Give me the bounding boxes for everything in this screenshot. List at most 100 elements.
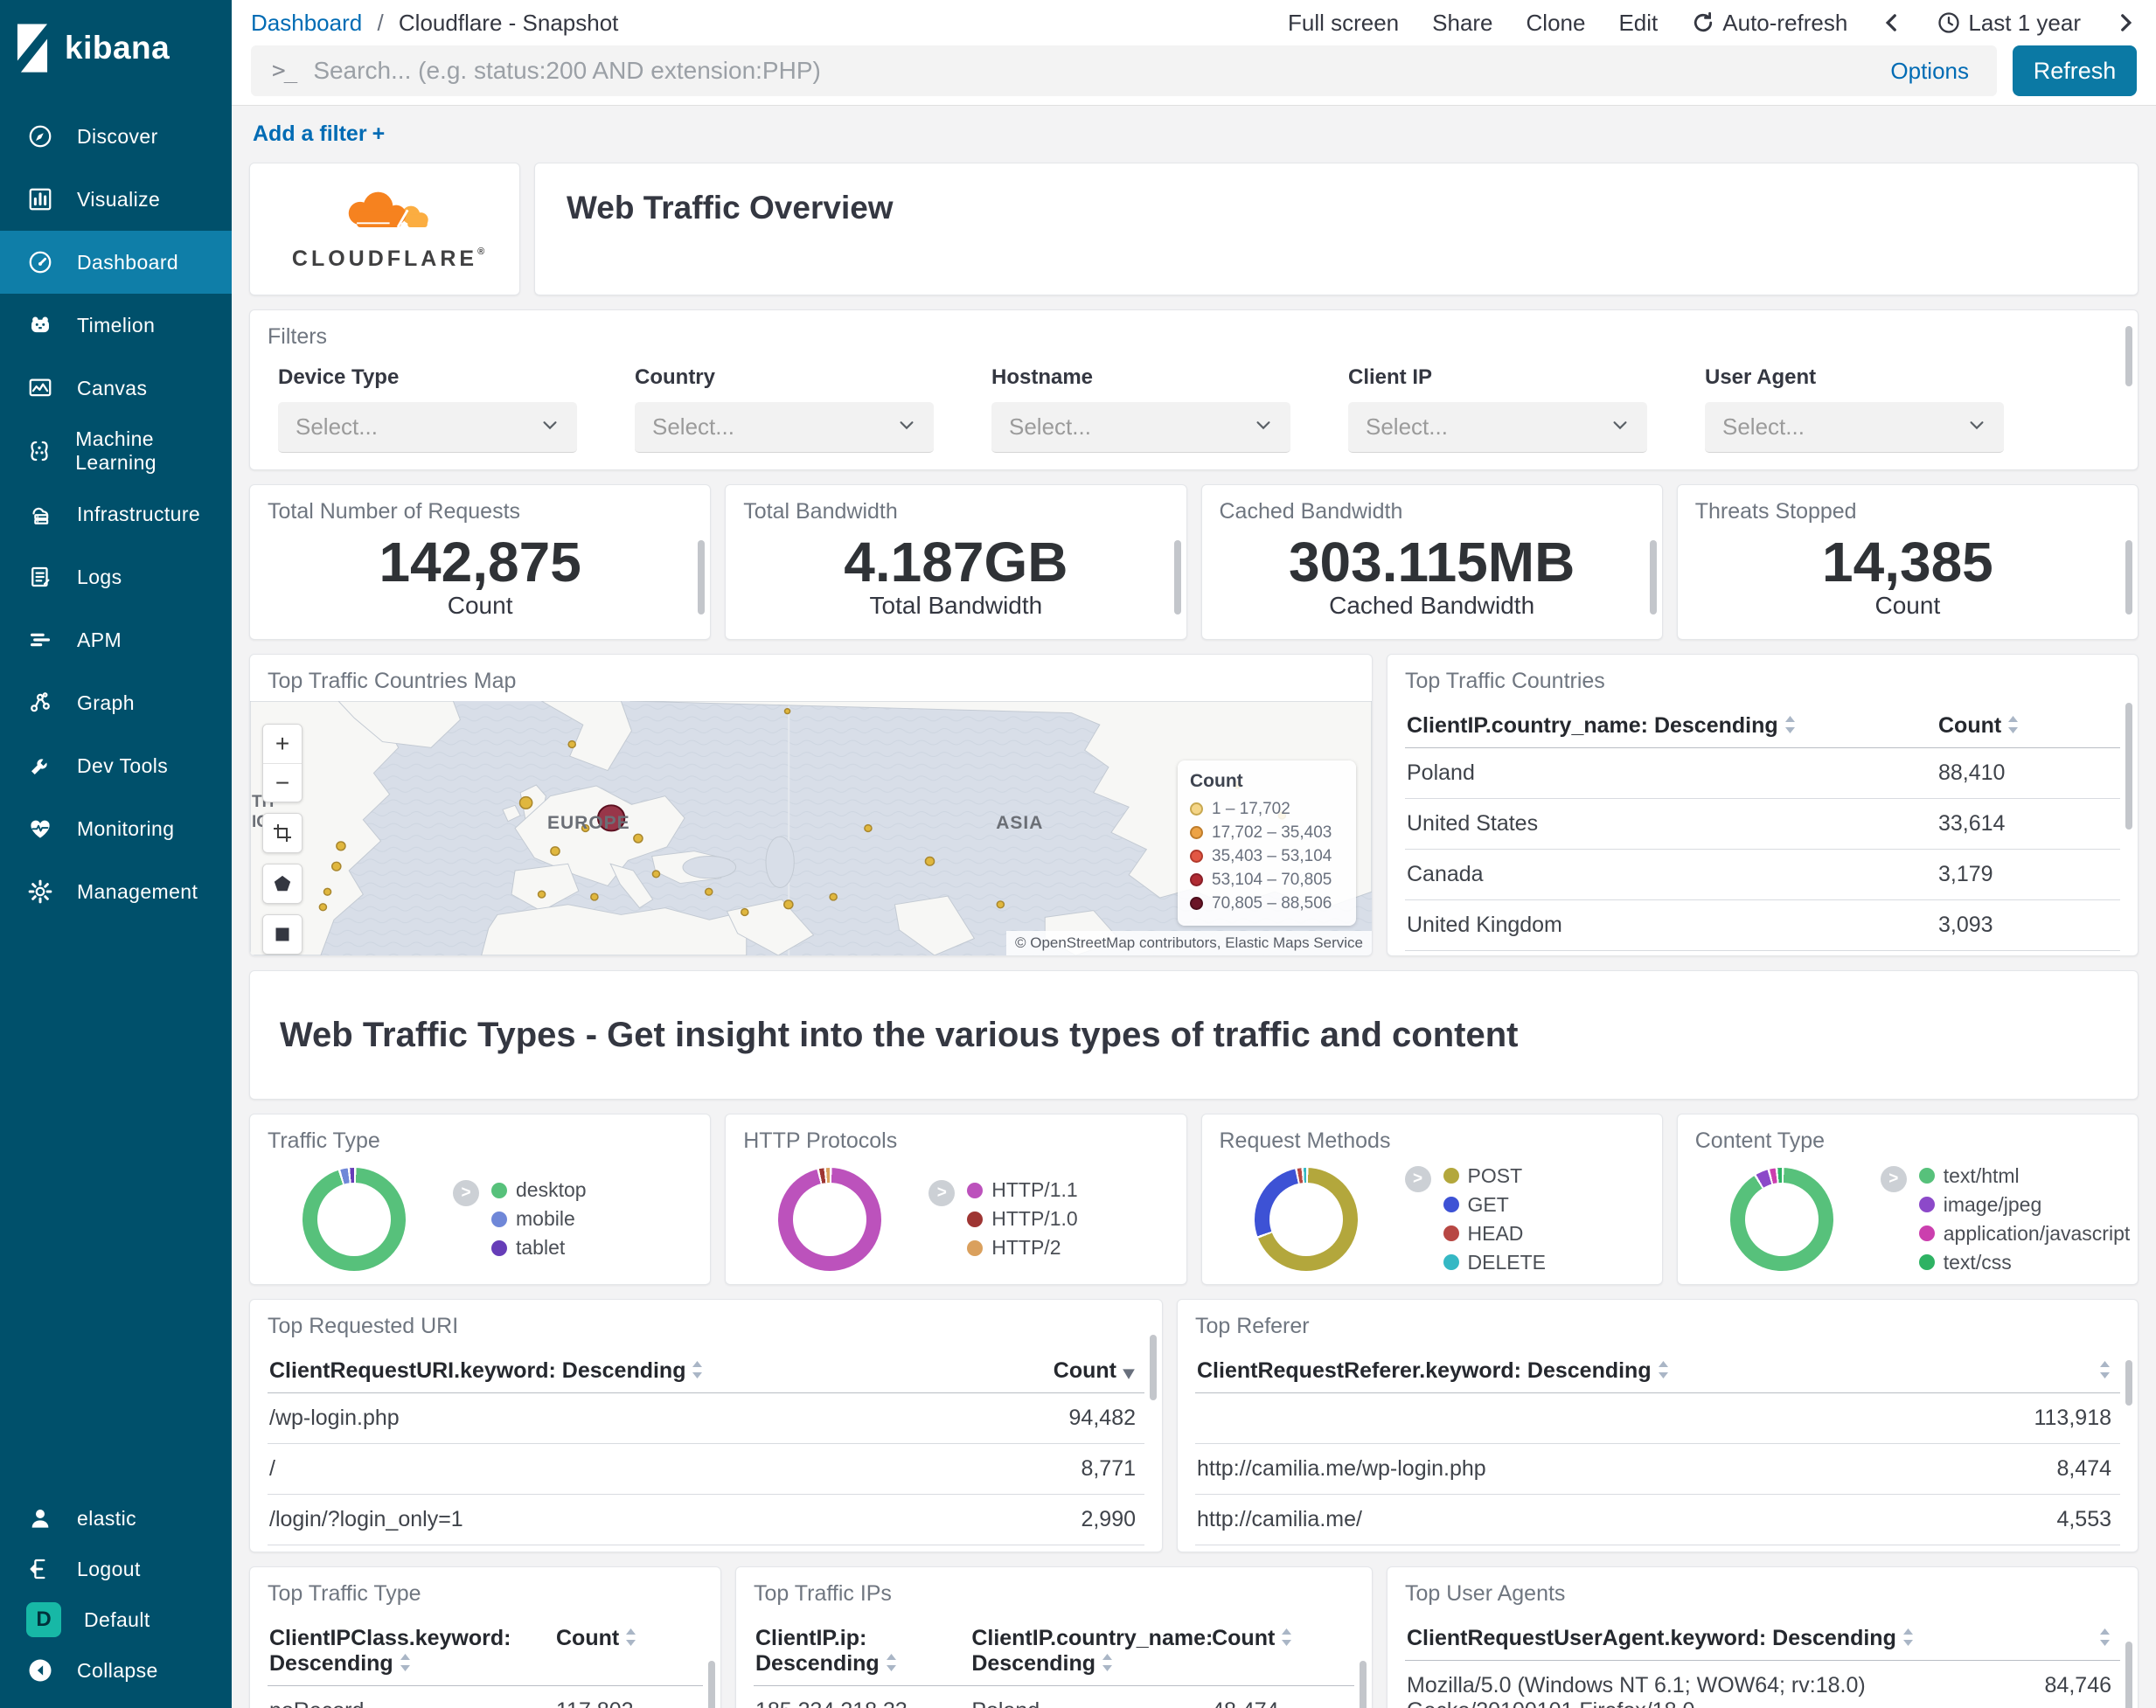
sidebar-footer-collapse[interactable]: Collapse bbox=[0, 1645, 232, 1696]
table-cell[interactable]: 2,341 bbox=[1937, 1545, 2120, 1552]
options-link[interactable]: Options bbox=[1890, 58, 1976, 85]
table-cell[interactable]: 117,802 bbox=[554, 1686, 703, 1708]
map-data-dot[interactable] bbox=[741, 907, 749, 917]
legend-item[interactable]: text/css bbox=[1918, 1251, 2131, 1274]
table-cell[interactable]: Canada bbox=[1405, 850, 1937, 899]
map-data-dot[interactable] bbox=[537, 890, 546, 899]
table-cell[interactable] bbox=[1195, 1393, 1937, 1443]
donut-chart[interactable] bbox=[778, 1167, 882, 1271]
table-cell[interactable]: http://camilia.me/wp-login.php bbox=[1195, 1444, 1937, 1494]
table-cell[interactable]: /login/?login_only=1 bbox=[268, 1495, 978, 1545]
auto-refresh-menu-item[interactable]: Auto-refresh bbox=[1691, 10, 1847, 37]
column-header[interactable]: ClientIP.country_name: Descending bbox=[970, 1614, 1213, 1685]
full-screen-menu-item[interactable]: Full screen bbox=[1288, 10, 1399, 37]
legend-toggle-icon[interactable]: > bbox=[928, 1180, 956, 1206]
table-cell[interactable]: 3,179 bbox=[1937, 850, 2120, 899]
column-header[interactable]: Count bbox=[1210, 1614, 1354, 1685]
filter-select[interactable]: Select... bbox=[1348, 402, 1647, 453]
map-data-dot[interactable] bbox=[318, 903, 328, 912]
sidebar-item-timelion[interactable]: Timelion bbox=[0, 294, 232, 357]
legend-item[interactable]: application/javascript bbox=[1918, 1222, 2130, 1246]
scrollbar-thumb[interactable] bbox=[2125, 326, 2132, 387]
scrollbar-thumb[interactable] bbox=[708, 1661, 715, 1708]
clone-menu-item[interactable]: Clone bbox=[1527, 10, 1586, 37]
map-data-dot[interactable] bbox=[651, 870, 661, 878]
table-cell[interactable]: 84,746 bbox=[1972, 1661, 2120, 1708]
table-cell[interactable]: 2,990 bbox=[978, 1495, 1144, 1545]
map-data-dot[interactable] bbox=[783, 899, 794, 910]
legend-item[interactable]: HTTP/2 bbox=[967, 1236, 1077, 1260]
column-header[interactable] bbox=[1972, 1614, 2120, 1660]
zoom-in-button[interactable]: + bbox=[263, 725, 302, 763]
legend-item[interactable]: HEAD bbox=[1443, 1222, 1546, 1246]
add-filter-link[interactable]: Add a filter + bbox=[253, 122, 385, 146]
legend-toggle-icon[interactable]: > bbox=[1880, 1165, 1907, 1192]
table-cell[interactable]: http://camilia.me/ bbox=[1195, 1495, 1937, 1545]
scrollbar-thumb[interactable] bbox=[1649, 540, 1657, 614]
table-cell[interactable]: 88,410 bbox=[1937, 748, 2120, 798]
sidebar-item-dev-tools[interactable]: Dev Tools bbox=[0, 734, 232, 797]
table-cell[interactable]: /xmlrpc.php bbox=[268, 1545, 978, 1552]
column-header[interactable]: ClientRequestUserAgent.keyword: Descendi… bbox=[1405, 1614, 1972, 1660]
table-cell[interactable]: 8,771 bbox=[978, 1444, 1144, 1494]
map-data-dot[interactable] bbox=[864, 823, 873, 833]
column-header[interactable]: Count bbox=[978, 1346, 1144, 1392]
sidebar-item-monitoring[interactable]: Monitoring bbox=[0, 797, 232, 860]
table-cell[interactable]: Mozilla/5.0 (Windows NT 6.1; WOW64; rv:1… bbox=[1405, 1661, 1972, 1708]
column-header[interactable] bbox=[1937, 1346, 2120, 1392]
table-cell[interactable]: Poland bbox=[1405, 748, 1937, 798]
table-cell[interactable]: 48,474 bbox=[1210, 1686, 1354, 1708]
table-cell[interactable]: /wp-login.php bbox=[268, 1393, 978, 1443]
map-data-dot[interactable] bbox=[567, 739, 577, 749]
table-cell[interactable]: China bbox=[1405, 951, 1937, 955]
sidebar-footer-default[interactable]: D Default bbox=[0, 1594, 232, 1645]
sidebar-item-discover[interactable]: Discover bbox=[0, 105, 232, 168]
map-data-dot[interactable] bbox=[924, 856, 935, 866]
table-cell[interactable]: 33,614 bbox=[1937, 799, 2120, 849]
sidebar-item-logs[interactable]: Logs bbox=[0, 545, 232, 608]
time-range-picker[interactable]: Last 1 year bbox=[1937, 10, 2081, 37]
map-data-dot[interactable] bbox=[590, 892, 599, 901]
column-header[interactable]: Count bbox=[554, 1614, 703, 1685]
scrollbar-thumb[interactable] bbox=[698, 540, 706, 614]
sidebar-item-machine-learning[interactable]: Machine Learning bbox=[0, 420, 232, 483]
refresh-button[interactable]: Refresh bbox=[2013, 45, 2137, 96]
table-cell[interactable]: United States bbox=[1405, 799, 1937, 849]
sidebar-item-dashboard[interactable]: Dashboard bbox=[0, 231, 232, 294]
sidebar-footer-elastic[interactable]: elastic bbox=[0, 1493, 232, 1544]
legend-toggle-icon[interactable]: > bbox=[1404, 1165, 1431, 1192]
sidebar-item-visualize[interactable]: Visualize bbox=[0, 168, 232, 231]
rectangle-tool-button[interactable] bbox=[263, 915, 302, 954]
scrollbar-thumb[interactable] bbox=[1173, 540, 1181, 614]
sidebar-item-graph[interactable]: Graph bbox=[0, 671, 232, 734]
kibana-logo[interactable]: kibana bbox=[0, 0, 232, 100]
table-cell[interactable]: 113,918 bbox=[1937, 1393, 2120, 1443]
sidebar-item-apm[interactable]: APM bbox=[0, 608, 232, 671]
map-data-dot[interactable] bbox=[550, 846, 560, 857]
map-data-dot[interactable] bbox=[330, 861, 342, 871]
legend-item[interactable]: tablet bbox=[491, 1236, 587, 1260]
sidebar-item-infrastructure[interactable]: Infrastructure bbox=[0, 483, 232, 545]
table-cell[interactable]: United Kingdom bbox=[1405, 900, 1937, 950]
map-data-dot[interactable] bbox=[783, 708, 791, 715]
time-forward-button[interactable] bbox=[2114, 10, 2137, 36]
donut-chart[interactable] bbox=[1254, 1167, 1358, 1271]
table-cell[interactable]: 1,394 bbox=[978, 1545, 1144, 1552]
map-data-dot[interactable] bbox=[829, 892, 838, 901]
share-menu-item[interactable]: Share bbox=[1432, 10, 1492, 37]
donut-chart[interactable] bbox=[303, 1167, 406, 1271]
world-map[interactable]: + − Count 1 – 17,702 17,702 – 35,403 35,… bbox=[250, 701, 1372, 955]
column-header[interactable]: ClientRequestURI.keyword: Descending bbox=[268, 1346, 978, 1392]
legend-item[interactable]: image/jpeg bbox=[1918, 1193, 2131, 1217]
breadcrumb-dashboard-link[interactable]: Dashboard bbox=[251, 10, 362, 36]
table-cell[interactable]: 94,482 bbox=[978, 1393, 1144, 1443]
filter-select[interactable]: Select... bbox=[1705, 402, 2004, 453]
table-cell[interactable]: http://camilia.me/index.php/2017/06/17/w… bbox=[1195, 1545, 1937, 1552]
table-cell[interactable]: / bbox=[268, 1444, 978, 1494]
zoom-out-button[interactable]: − bbox=[263, 763, 302, 802]
map-data-dot[interactable] bbox=[336, 841, 346, 851]
map-data-dot[interactable] bbox=[323, 887, 332, 896]
column-header[interactable]: ClientIPClass.keyword: Descending bbox=[268, 1614, 554, 1685]
sidebar-item-canvas[interactable]: Canvas bbox=[0, 357, 232, 420]
column-header[interactable]: Count bbox=[1937, 701, 2120, 747]
